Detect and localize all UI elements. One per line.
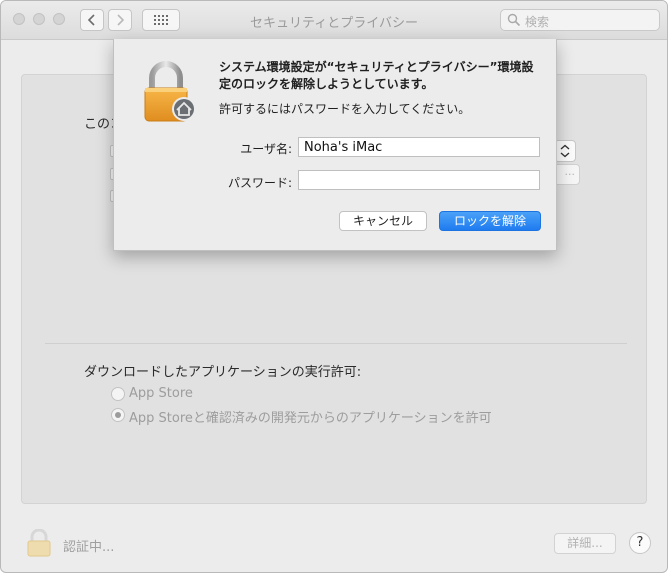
radio-app-store-and-identified-label: App Storeと確認済みの開発元からのアプリケーションを許可 [129, 411, 492, 426]
search-placeholder: 検索 [525, 15, 550, 29]
section-divider [45, 343, 627, 344]
search-field[interactable]: 検索 [500, 9, 660, 31]
lock-icon [27, 528, 51, 557]
password-field[interactable] [298, 170, 540, 190]
lock-button[interactable] [27, 528, 51, 561]
password-label: パスワード: [227, 176, 292, 190]
details-button[interactable]: 詳細... [554, 533, 616, 554]
search-icon [507, 13, 521, 27]
cancel-button[interactable]: キャンセル [339, 211, 427, 231]
preferences-window: セキュリティとプライバシー 検索 このコ ... ダウンロードしたアプリケーショ… [0, 0, 668, 573]
auth-dialog: システム環境設定が“セキュリティとプライバシー”環境設定のロックを解除しようとし… [113, 39, 557, 251]
radio-app-store-label: App Store [129, 386, 193, 401]
username-field[interactable] [298, 137, 540, 157]
lock-icon [142, 61, 200, 129]
help-button[interactable]: ? [629, 532, 651, 554]
radio-app-store-and-identified[interactable] [111, 408, 125, 422]
radio-app-store[interactable] [111, 387, 125, 401]
unlock-button[interactable]: ロックを解除 [439, 211, 541, 231]
dialog-message: システム環境設定が“セキュリティとプライバシー”環境設定のロックを解除しようとし… [219, 60, 534, 91]
auth-status: 認証中... [63, 540, 115, 555]
username-label: ユーザ名: [240, 142, 292, 156]
chevron-updown-icon [560, 144, 570, 158]
dialog-info: 許可するにはパスワードを入力してください。 [219, 102, 471, 116]
interval-popup[interactable] [554, 140, 576, 162]
download-permission-title: ダウンロードしたアプリケーションの実行許可: [84, 365, 362, 380]
title-bar: セキュリティとプライバシー 検索 [1, 1, 667, 40]
